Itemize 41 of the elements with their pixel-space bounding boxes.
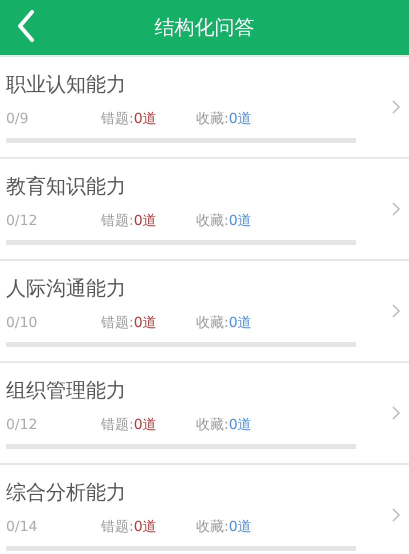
category-title: 组织管理能力 bbox=[6, 377, 126, 404]
wrong-count: 0道 bbox=[134, 416, 157, 434]
chevron-icon bbox=[391, 99, 401, 115]
progress-count: 0/14 bbox=[6, 519, 38, 535]
wrong-label: 错题: bbox=[101, 416, 134, 434]
wrong-count: 0道 bbox=[134, 314, 157, 332]
wrong-count: 0道 bbox=[134, 518, 157, 536]
wrong-label: 错题: bbox=[101, 212, 134, 230]
progress-count: 0/12 bbox=[6, 213, 38, 229]
category-title: 职业认知能力 bbox=[6, 71, 126, 98]
favorite-count: 0道 bbox=[228, 110, 252, 128]
progress-count: 0/10 bbox=[6, 315, 38, 331]
category-title: 教育知识能力 bbox=[6, 173, 126, 200]
favorite-label: 收藏: bbox=[196, 314, 229, 332]
wrong-label: 错题: bbox=[101, 110, 134, 128]
page-title: 结构化问答 bbox=[154, 14, 254, 41]
chevron-icon bbox=[391, 201, 401, 217]
wrong-label: 错题: bbox=[101, 518, 134, 536]
favorite-label: 收藏: bbox=[196, 110, 229, 128]
favorite-label: 收藏: bbox=[196, 518, 229, 536]
favorite-count: 0道 bbox=[228, 212, 252, 230]
favorite-count: 0道 bbox=[228, 518, 252, 536]
progress-count: 0/9 bbox=[6, 111, 30, 127]
category-row[interactable]: 职业认知能力 0/9 错题:0道 收藏:0道 bbox=[0, 57, 409, 159]
category-title: 综合分析能力 bbox=[6, 479, 126, 506]
chevron-icon bbox=[391, 405, 401, 421]
chevron-icon bbox=[391, 507, 401, 523]
category-row[interactable]: 组织管理能力 0/12 错题:0道 收藏:0道 bbox=[0, 363, 409, 465]
category-row[interactable]: 教育知识能力 0/12 错题:0道 收藏:0道 bbox=[0, 159, 409, 261]
wrong-count: 0道 bbox=[134, 212, 157, 230]
category-row[interactable]: 人际沟通能力 0/10 错题:0道 收藏:0道 bbox=[0, 261, 409, 363]
favorite-label: 收藏: bbox=[196, 212, 229, 230]
wrong-label: 错题: bbox=[101, 314, 134, 332]
favorite-label: 收藏: bbox=[196, 416, 229, 434]
chevron-icon bbox=[391, 303, 401, 319]
category-row[interactable]: 综合分析能力 0/14 错题:0道 收藏:0道 bbox=[0, 465, 409, 554]
favorite-count: 0道 bbox=[228, 416, 252, 434]
category-title: 人际沟通能力 bbox=[6, 275, 126, 302]
favorite-count: 0道 bbox=[228, 314, 252, 332]
progress-count: 0/12 bbox=[6, 417, 38, 433]
wrong-count: 0道 bbox=[134, 110, 157, 128]
